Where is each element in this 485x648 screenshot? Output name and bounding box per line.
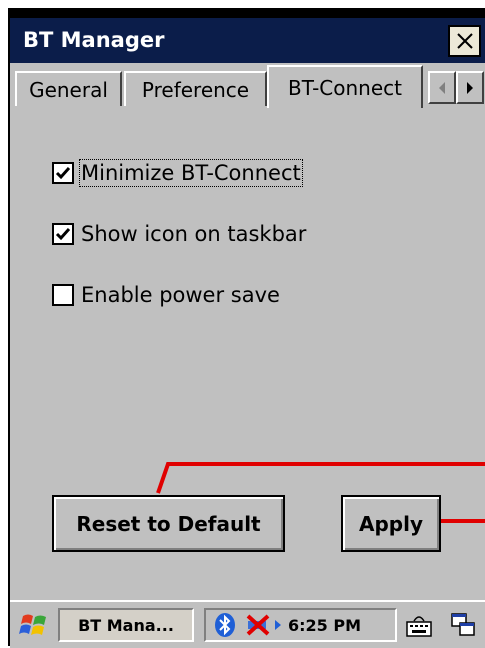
taskbar: BT Mana... 6:25 PM	[10, 600, 485, 648]
system-tray: 6:25 PM	[204, 608, 397, 642]
arrow-right-icon	[467, 81, 473, 94]
tab-general[interactable]: General	[15, 71, 122, 106]
tab-scroll-left-button[interactable]	[428, 71, 456, 104]
title-bar: BT Manager	[10, 18, 485, 63]
tab-bt-connect[interactable]: BT-Connect	[267, 65, 423, 108]
start-button[interactable]	[14, 608, 54, 642]
start-flag-icon	[19, 614, 46, 635]
bluetooth-icon[interactable]	[214, 612, 236, 638]
tab-scroll-arrows	[428, 71, 485, 104]
switch-windows-button[interactable]	[443, 608, 483, 642]
window-title: BT Manager	[23, 28, 165, 52]
tab-preference[interactable]: Preference	[124, 71, 267, 106]
settings-panel: Minimize BT-Connect Show icon on taskbar…	[10, 108, 485, 600]
annotation-lines	[156, 462, 485, 523]
arrow-left-icon	[439, 81, 445, 94]
tab-scroll-right-button[interactable]	[456, 71, 484, 104]
tab-preference-label: Preference	[141, 77, 250, 102]
tab-bt-connect-label: BT-Connect	[287, 75, 402, 100]
input-panel-button[interactable]	[399, 608, 439, 642]
task-bt-manager-label: BT Mana...	[78, 615, 174, 635]
switch-windows-icon	[451, 613, 475, 636]
close-button[interactable]	[448, 25, 481, 57]
tab-general-label: General	[29, 77, 108, 102]
keyboard-icon	[406, 616, 432, 637]
network-disconnected-icon[interactable]	[244, 612, 272, 638]
task-bt-manager[interactable]: BT Mana...	[58, 608, 194, 642]
tray-expand-icon[interactable]	[274, 619, 282, 631]
tab-strip: General Preference BT-Connect	[10, 63, 485, 110]
close-icon	[456, 33, 473, 49]
clock[interactable]: 6:25 PM	[288, 616, 361, 635]
